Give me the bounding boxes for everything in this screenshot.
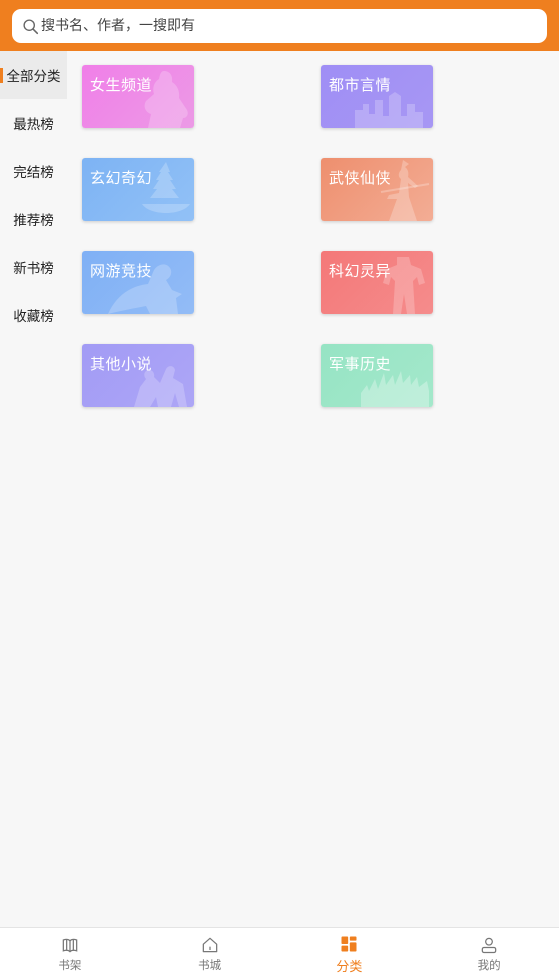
- sidebar-item-completed[interactable]: 完结榜: [0, 147, 67, 195]
- bottom-tab-bar: 书架 书城 分类 我的: [0, 927, 559, 980]
- category-label: 其他小说: [90, 355, 153, 373]
- category-card-fantasy[interactable]: 玄幻奇幻: [82, 158, 194, 221]
- sidebar-item-label: 收藏榜: [13, 309, 54, 325]
- tab-label: 我的: [477, 958, 501, 972]
- category-label: 玄幻奇幻: [90, 169, 153, 187]
- tab-profile[interactable]: 我的: [419, 928, 559, 980]
- sidebar-item-new-books[interactable]: 新书榜: [0, 243, 67, 291]
- category-card-online-games[interactable]: 网游竞技: [82, 251, 194, 314]
- category-label: 武侠仙侠: [329, 169, 392, 187]
- sidebar-item-recommended[interactable]: 推荐榜: [0, 195, 67, 243]
- header-bar: [0, 0, 559, 51]
- sidebar-item-favorites[interactable]: 收藏榜: [0, 291, 67, 339]
- category-card-wuxia[interactable]: 武侠仙侠: [321, 158, 433, 221]
- sidebar-item-all-categories[interactable]: 全部分类: [0, 51, 67, 99]
- category-card-military-history[interactable]: 军事历史: [321, 344, 433, 407]
- tab-label: 分类: [336, 959, 363, 975]
- category-grid-icon: [341, 936, 357, 951]
- search-input[interactable]: [41, 18, 521, 34]
- category-card-girls[interactable]: 女生频道: [82, 65, 194, 128]
- tab-bookstore[interactable]: 书城: [140, 928, 280, 980]
- sidebar-item-label: 完结榜: [13, 165, 54, 181]
- sidebar: 全部分类 最热榜 完结榜 推荐榜 新书榜 收藏榜: [0, 51, 67, 339]
- sidebar-item-hottest[interactable]: 最热榜: [0, 99, 67, 147]
- sidebar-item-label: 全部分类: [6, 69, 61, 85]
- search-icon: [23, 18, 39, 34]
- tab-label: 书城: [198, 958, 222, 972]
- category-label: 网游竞技: [90, 262, 153, 280]
- tab-label: 书架: [58, 958, 82, 972]
- sidebar-item-label: 推荐榜: [13, 213, 54, 229]
- user-icon: [481, 937, 497, 954]
- category-label: 都市言情: [329, 76, 392, 94]
- category-label: 军事历史: [329, 355, 392, 373]
- category-label: 科幻灵异: [329, 262, 392, 280]
- category-card-other-novels[interactable]: 其他小说: [82, 344, 194, 407]
- tab-category[interactable]: 分类: [280, 928, 420, 980]
- home-icon: [202, 937, 217, 953]
- category-card-scifi-supernatural[interactable]: 科幻灵异: [321, 251, 433, 314]
- tab-bookshelf[interactable]: 书架: [0, 928, 140, 980]
- sidebar-item-label: 新书榜: [13, 261, 54, 277]
- bookshelf-icon: [62, 938, 78, 953]
- search-box[interactable]: [12, 9, 547, 43]
- sidebar-item-label: 最热榜: [13, 117, 54, 133]
- category-label: 女生频道: [90, 76, 153, 94]
- category-card-urban-romance[interactable]: 都市言情: [321, 65, 433, 128]
